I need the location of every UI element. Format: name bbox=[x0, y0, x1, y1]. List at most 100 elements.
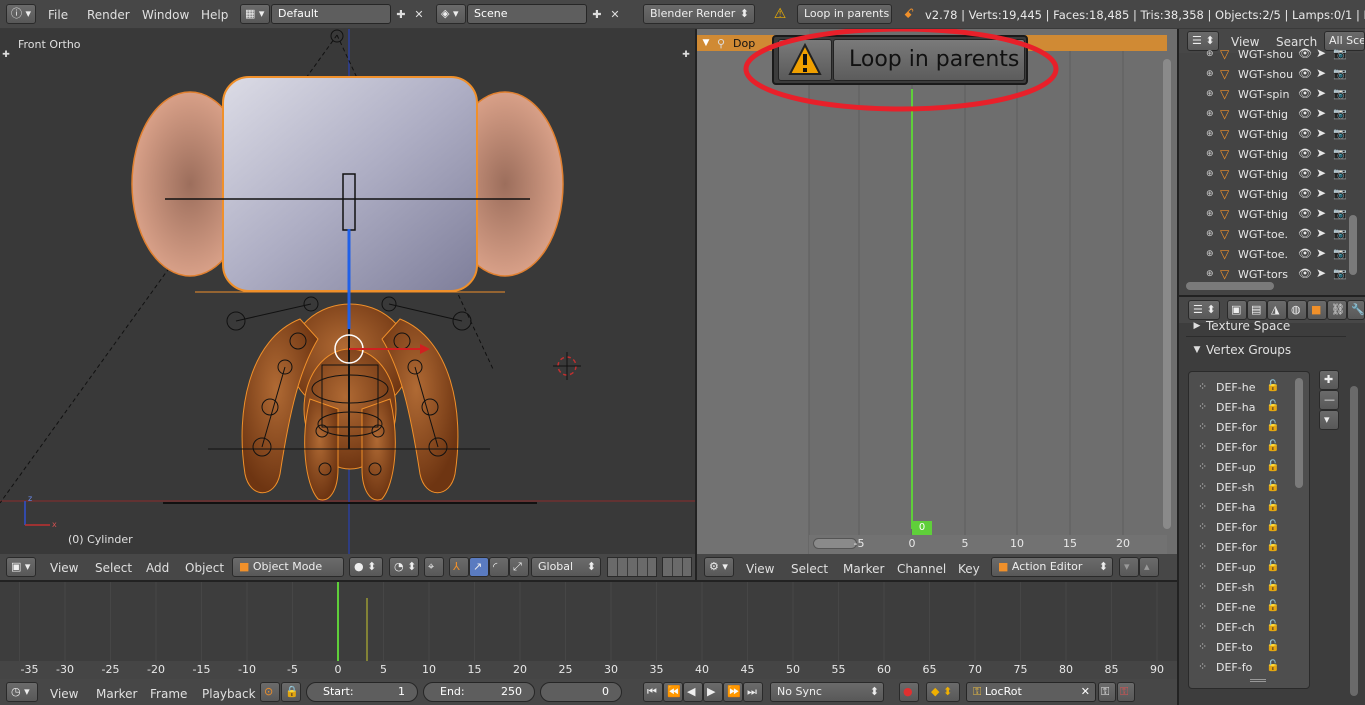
current-frame-field[interactable]: 0 bbox=[540, 682, 622, 702]
outliner-item-label[interactable]: WGT-spin bbox=[1238, 88, 1296, 101]
vertex-group-item[interactable]: ⁘ DEF-up 🔓 bbox=[1192, 458, 1292, 478]
outliner-item[interactable]: ⊕ ▽ WGT-shou 👁 ➤ 📷 bbox=[1180, 65, 1350, 85]
vertex-group-item[interactable]: ⁘ DEF-up 🔓 bbox=[1192, 558, 1292, 578]
add-vertex-group-button[interactable]: ✚ bbox=[1319, 370, 1339, 390]
play-button[interactable]: ▶ bbox=[703, 682, 723, 702]
properties-editor-type-button[interactable]: ☰ ⬍ bbox=[1188, 300, 1220, 320]
vertex-group-specials-button[interactable]: ▾ bbox=[1319, 410, 1339, 430]
expanded-arrow-icon[interactable]: ▼ bbox=[1191, 344, 1203, 356]
layer-buttons[interactable] bbox=[607, 557, 657, 577]
keying-set-field[interactable]: ⚿ LocRot ✕ bbox=[966, 682, 1096, 702]
dopesheet-hscroll[interactable] bbox=[813, 538, 857, 549]
area-divider[interactable] bbox=[695, 29, 697, 580]
eye-icon[interactable]: 👁 bbox=[1298, 127, 1312, 140]
render-tab-icon[interactable]: ▣ bbox=[1227, 300, 1247, 320]
lock-icon[interactable]: 🔓 bbox=[1266, 419, 1280, 432]
outliner-item-label[interactable]: WGT-thig bbox=[1238, 168, 1296, 181]
vertex-group-label[interactable]: DEF-up bbox=[1216, 461, 1256, 474]
vertex-group-label[interactable]: DEF-ha bbox=[1216, 501, 1255, 514]
eye-icon[interactable]: 👁 bbox=[1298, 207, 1312, 220]
jump-end-button[interactable]: ⏭ bbox=[743, 682, 763, 702]
keying-mode-select[interactable]: ◆ ⬍ bbox=[926, 682, 960, 702]
cursor-select-icon[interactable]: ➤ bbox=[1316, 226, 1326, 240]
expand-toggle-icon[interactable]: ⊕ bbox=[1206, 249, 1214, 259]
eye-icon[interactable]: 👁 bbox=[1298, 227, 1312, 240]
rotate-manipulator-button[interactable]: ↗ bbox=[469, 557, 489, 577]
properties-vscroll[interactable] bbox=[1350, 386, 1358, 696]
cursor-select-icon[interactable]: ➤ bbox=[1316, 126, 1326, 140]
dopesheet-vscroll[interactable] bbox=[1163, 59, 1171, 529]
end-frame-field[interactable]: End: 250 bbox=[423, 682, 535, 702]
eye-icon[interactable]: 👁 bbox=[1298, 247, 1312, 260]
cursor-select-icon[interactable]: ➤ bbox=[1316, 66, 1326, 80]
outliner-item-label[interactable]: WGT-shou bbox=[1238, 68, 1296, 81]
jump-prev-keyframe-button[interactable]: ⏪ bbox=[663, 682, 683, 702]
lock-icon[interactable]: 🔓 bbox=[1266, 379, 1280, 392]
viewport-add-region-icon[interactable]: ✚ bbox=[0, 49, 12, 61]
cursor-select-icon[interactable]: ➤ bbox=[1316, 166, 1326, 180]
outliner-item[interactable]: ⊕ ▽ WGT-thig 👁 ➤ 📷 bbox=[1180, 125, 1350, 145]
dopesheet-menu-marker[interactable]: Marker bbox=[843, 562, 884, 576]
camera-render-icon[interactable]: 📷 bbox=[1333, 67, 1347, 80]
current-frame-badge[interactable]: 0 bbox=[912, 521, 932, 535]
action-editor-select[interactable]: ■ Action Editor ⬍ bbox=[991, 557, 1113, 577]
outliner-item-label[interactable]: WGT-thig bbox=[1238, 148, 1296, 161]
delete-keyframe-button[interactable]: ⚿ bbox=[1117, 682, 1135, 702]
eye-icon[interactable]: 👁 bbox=[1298, 67, 1312, 80]
expand-toggle-icon[interactable]: ⊕ bbox=[1206, 49, 1214, 59]
expand-toggle-icon[interactable]: ⊕ bbox=[1206, 169, 1214, 179]
expand-toggle-icon[interactable]: ⊕ bbox=[1206, 209, 1214, 219]
world-tab-icon[interactable]: ◍ bbox=[1287, 300, 1307, 320]
expand-toggle-icon[interactable]: ⊕ bbox=[1206, 109, 1214, 119]
lock-icon[interactable]: 🔓 bbox=[1266, 519, 1280, 532]
list-resize-grip[interactable] bbox=[1250, 679, 1266, 682]
outliner-item[interactable]: ⊕ ▽ WGT-thig 👁 ➤ 📷 bbox=[1180, 145, 1350, 165]
cursor-select-icon[interactable]: ➤ bbox=[1316, 186, 1326, 200]
viewport-menu-view[interactable]: View bbox=[50, 561, 78, 575]
outliner-vscroll[interactable] bbox=[1349, 215, 1357, 275]
menu-window[interactable]: Window bbox=[142, 8, 189, 22]
outliner-item-label[interactable]: WGT-toe. bbox=[1238, 228, 1296, 241]
viewport-editor-type-button[interactable]: ▣ ▾ bbox=[6, 557, 36, 577]
vertex-group-item[interactable]: ⁘ DEF-ne 🔓 bbox=[1192, 598, 1292, 618]
vertex-group-label[interactable]: DEF-ne bbox=[1216, 601, 1255, 614]
manipulator-toggle[interactable]: ⌖ bbox=[424, 557, 444, 577]
render-engine-select[interactable]: Blender Render ⬍ bbox=[643, 4, 755, 24]
outliner-item-label[interactable]: WGT-shou bbox=[1238, 48, 1296, 61]
lock-icon[interactable]: 🔓 bbox=[1266, 459, 1280, 472]
lock-range-button[interactable]: 🔒 bbox=[281, 682, 301, 702]
eye-icon[interactable]: 👁 bbox=[1298, 267, 1312, 280]
outliner-item-label[interactable]: WGT-tors bbox=[1238, 268, 1296, 281]
vertex-group-item[interactable]: ⁘ DEF-for 🔓 bbox=[1192, 418, 1292, 438]
menu-file[interactable]: File bbox=[48, 8, 68, 22]
camera-render-icon[interactable]: 📷 bbox=[1333, 47, 1347, 60]
scene-field[interactable]: Scene bbox=[467, 4, 587, 24]
eye-icon[interactable]: 👁 bbox=[1298, 147, 1312, 160]
camera-render-icon[interactable]: 📷 bbox=[1333, 167, 1347, 180]
lock-icon[interactable]: 🔓 bbox=[1266, 479, 1280, 492]
start-frame-field[interactable]: Start: 1 bbox=[306, 682, 418, 702]
expand-toggle-icon[interactable]: ⊕ bbox=[1206, 129, 1214, 139]
timeline-area[interactable]: -35 -30 -25 -20 -15 -10 -5 0 5 10 15 20 25 30 35 40 45 50… bbox=[0, 582, 1177, 679]
outliner-item-label[interactable]: WGT-thig bbox=[1238, 188, 1296, 201]
camera-render-icon[interactable]: 📷 bbox=[1333, 87, 1347, 100]
camera-render-icon[interactable]: 📷 bbox=[1333, 247, 1347, 260]
lock-icon[interactable]: 🔓 bbox=[1266, 399, 1280, 412]
camera-render-icon[interactable]: 📷 bbox=[1333, 107, 1347, 120]
lock-icon[interactable]: 🔓 bbox=[1266, 499, 1280, 512]
vertex-group-label[interactable]: DEF-to bbox=[1216, 641, 1253, 654]
3d-viewport[interactable]: z x Front Ortho (0) Cylinder ✚ ✚ bbox=[0, 29, 695, 554]
outliner-item[interactable]: ⊕ ▽ WGT-spin 👁 ➤ 📷 bbox=[1180, 85, 1350, 105]
outliner-item-label[interactable]: WGT-thig bbox=[1238, 128, 1296, 141]
vertex-group-item[interactable]: ⁘ DEF-to 🔓 bbox=[1192, 638, 1292, 658]
close-screen-icon[interactable]: ✕ bbox=[411, 6, 427, 22]
outliner-item[interactable]: ⊕ ▽ WGT-thig 👁 ➤ 📷 bbox=[1180, 105, 1350, 125]
jump-start-button[interactable]: ⏮ bbox=[643, 682, 663, 702]
camera-render-icon[interactable]: 📷 bbox=[1333, 267, 1347, 280]
vertex-group-label[interactable]: DEF-he bbox=[1216, 381, 1255, 394]
vertex-group-item[interactable]: ⁘ DEF-he 🔓 bbox=[1192, 378, 1292, 398]
eye-icon[interactable]: 👁 bbox=[1298, 87, 1312, 100]
vertex-group-item[interactable]: ⁘ DEF-ha 🔓 bbox=[1192, 398, 1292, 418]
remove-vertex-group-button[interactable]: — bbox=[1319, 390, 1339, 410]
expand-toggle-icon[interactable]: ⊕ bbox=[1206, 89, 1214, 99]
